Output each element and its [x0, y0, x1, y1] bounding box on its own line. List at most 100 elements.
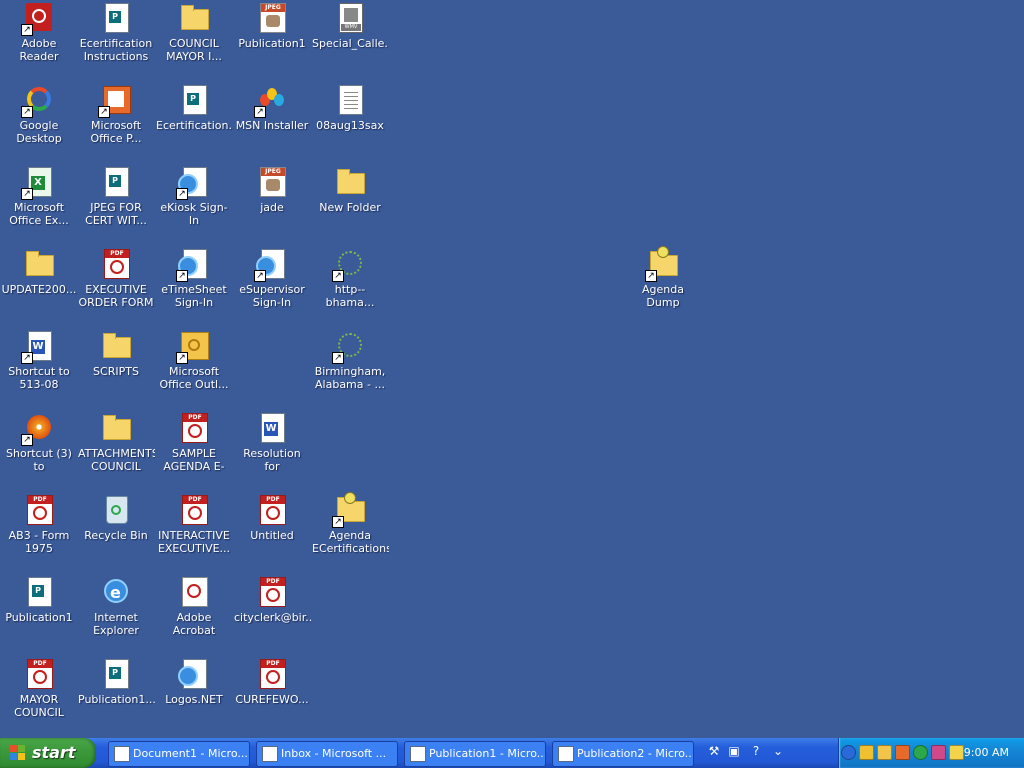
taskbar-button-1[interactable]: Document1 - Micro...: [108, 741, 250, 767]
desktop-icon-special-calle[interactable]: WMV Special_Calle...: [311, 0, 389, 76]
desktop-icon-microsoft-office-ex[interactable]: X ↗ Microsoft Office Ex...: [0, 164, 78, 240]
desktop-icon-executive-order-form[interactable]: PDF EXECUTIVE ORDER FORM: [77, 246, 155, 322]
adobe-reader-icon: ↗: [21, 2, 55, 36]
desktop-icon-interactive-executive[interactable]: PDF INTERACTIVE EXECUTIVE...: [155, 492, 233, 568]
desktop-icon-http-bhama[interactable]: ↗ http--bhama...: [311, 246, 389, 322]
desktop-icon-label: SAMPLE AGENDA E-C...: [163, 447, 225, 473]
desktop-icon-esupervisor-sign-in[interactable]: ↗ eSupervisor Sign-In: [233, 246, 311, 322]
desktop-icon-label: eSupervisor Sign-In: [239, 283, 305, 309]
security-icon[interactable]: [931, 745, 946, 760]
jpeg-icon: JPEG: [256, 2, 288, 34]
shortcut-arrow-icon: ↗: [332, 516, 344, 528]
desktop-icon-label: Ecertification...: [156, 119, 233, 132]
office-icon[interactable]: [895, 745, 910, 760]
shield-icon[interactable]: [949, 745, 964, 760]
pdf-icon: PDF: [256, 658, 288, 690]
desktop-icon-recycle-bin[interactable]: Recycle Bin: [77, 492, 155, 568]
desktop-icon-adobe-acrobat-8-pro[interactable]: Adobe Acrobat 8 Professional: [155, 574, 233, 650]
desktop-icon-adobe-reader-8[interactable]: ↗Adobe Reader 8: [0, 0, 78, 76]
back-arrow-icon[interactable]: [841, 745, 856, 760]
help-icon[interactable]: ?: [748, 743, 764, 759]
desktop-icon-google-desktop[interactable]: ↗ Google Desktop: [0, 82, 78, 158]
desktop-icon-microsoft-office-p[interactable]: ↗ Microsoft Office P...: [77, 82, 155, 158]
taskbar-button-label: Publication1 - Micro...: [429, 747, 546, 760]
desktop-icon-jpeg-for-cert[interactable]: P JPEG FOR CERT WIT...: [77, 164, 155, 240]
desktop-icon-resolution-for-ag[interactable]: W Resolution for AG opinion ...: [233, 410, 311, 486]
window-icon[interactable]: ▣: [726, 743, 742, 759]
desktop-icon-ecertification-dots[interactable]: P Ecertification...: [155, 82, 233, 158]
desktop-icon-curefewo[interactable]: PDF CUREFEWO...: [233, 656, 311, 732]
taskbar-button-2[interactable]: Inbox - Microsoft ...: [256, 741, 398, 767]
desktop-icon-label: Microsoft Office Ex...: [9, 201, 69, 227]
desktop-icon-publication1-pub[interactable]: P Publication1: [0, 574, 78, 650]
desktop-icon-publication1-dots[interactable]: P Publication1....: [77, 656, 155, 732]
clock-app-icon[interactable]: [877, 745, 892, 760]
desktop-icon-label: CUREFEWO...: [235, 693, 309, 706]
desktop-icon-scripts[interactable]: SCRIPTS: [77, 328, 155, 404]
desktop-icon-agenda-dump-pool[interactable]: ↗Agenda Dump Pool: [624, 246, 702, 322]
desktop-icon-shortcut-to-513-08[interactable]: W ↗ Shortcut to 513-08: [0, 328, 78, 404]
desktop-icon-new-folder[interactable]: New Folder: [311, 164, 389, 240]
desktop-icon-untitled[interactable]: PDF Untitled: [233, 492, 311, 568]
desktop-icon-council-mayor[interactable]: COUNCIL MAYOR I...: [155, 0, 233, 76]
acrobat-icon: [178, 576, 210, 608]
clock[interactable]: 9:00 AM: [964, 738, 1009, 768]
desktop-icon-cityclerk[interactable]: PDF cityclerk@bir...: [233, 574, 311, 650]
publisher-icon: P: [23, 576, 55, 608]
desktop-icon-label: JPEG FOR CERT WIT...: [85, 201, 147, 227]
desktop-icon-mayor-council-ac[interactable]: PDF MAYOR COUNCIL AC...: [0, 656, 78, 732]
shortcut-arrow-icon: ↗: [21, 188, 33, 200]
chevron-icon[interactable]: ⌄: [770, 743, 786, 759]
pdf-icon: PDF: [256, 576, 288, 608]
desktop-icon-birmingham-alabama[interactable]: ↗ Birmingham, Alabama - ...: [311, 328, 389, 404]
taskbar-button-4[interactable]: Publication2 - Micro...: [552, 741, 694, 767]
taskbar-button-3[interactable]: Publication1 - Micro...: [404, 741, 546, 767]
start-button[interactable]: start: [0, 738, 96, 768]
desktop-icon-ekiosk-sign-in[interactable]: ↗ eKiosk Sign-In: [155, 164, 233, 240]
network-icon[interactable]: [859, 745, 874, 760]
desktop-icon-label: eTimeSheet Sign-In: [161, 283, 227, 309]
outlook-icon: ↗: [176, 330, 210, 364]
folder-icon: [100, 330, 132, 362]
desktop-icon-label: Shortcut to 513-08: [8, 365, 70, 391]
folder-icon: [334, 166, 366, 198]
desktop-icon-internet-explorer[interactable]: e Internet Explorer: [77, 574, 155, 650]
desktop-icon-logos-net[interactable]: Logos.NET: [155, 656, 233, 732]
desktop-icon-agenda-ecertifications[interactable]: ↗ Agenda ECertifications: [311, 492, 389, 568]
desktop-icon-label: Birmingham, Alabama - ...: [314, 365, 386, 391]
desktop-icon-label: Ecertification Instructions: [79, 37, 153, 63]
desktop-icon-publication1-jpeg[interactable]: JPEG Publication1: [233, 0, 311, 76]
desktop-icon-ab3-form-1975[interactable]: PDF AB3 - Form 1975: [0, 492, 78, 568]
chrome-icon[interactable]: [913, 745, 928, 760]
desktop-icon-label: New Folder: [319, 201, 381, 214]
shortcut-arrow-icon: ↗: [645, 270, 657, 282]
desktop-icon-sample-agenda[interactable]: PDF SAMPLE AGENDA E-C...: [155, 410, 233, 486]
desktop-icon-update200[interactable]: UPDATE200...: [0, 246, 78, 322]
desktop-icon-etimesheet-sign-in[interactable]: ↗ eTimeSheet Sign-In: [155, 246, 233, 322]
globe-icon: ↗: [332, 330, 366, 364]
desktop-icon-label: SCRIPTS: [93, 365, 139, 378]
text-icon: [334, 84, 366, 116]
shortcut-arrow-icon: ↗: [254, 270, 266, 282]
msn-icon: ↗: [254, 84, 288, 118]
ie-doc-icon: ↗: [176, 166, 210, 200]
pdf-icon: PDF: [178, 412, 210, 444]
tools-icon[interactable]: ⚒: [706, 743, 722, 759]
outlook-icon: [262, 746, 278, 762]
desktop-icon-ecertification-instructions[interactable]: P Ecertification Instructions: [77, 0, 155, 76]
system-tray: 9:00 AM: [838, 738, 1024, 768]
desktop-icon-label: Internet Explorer: [93, 611, 139, 637]
desktop-icon-label: EXECUTIVE ORDER FORM: [78, 283, 154, 309]
desktop-icon-08aug13sax[interactable]: 08aug13sax: [311, 82, 389, 158]
desktop-icon-label: Publication1....: [78, 693, 155, 706]
shortcut-arrow-icon: ↗: [21, 106, 33, 118]
pdf-icon: PDF: [178, 494, 210, 526]
taskbar: start Document1 - Micro... Inbox - Micros…: [0, 738, 1024, 768]
desktop-icon-label: Agenda ECertifications: [312, 529, 389, 555]
desktop-icon-shortcut-3-rap-mix[interactable]: ↗Shortcut (3) to RAP MIX RI...: [0, 410, 78, 486]
desktop-icon-attachments-council[interactable]: ATTACHMENTS COUNCIL: [77, 410, 155, 486]
desktop-icon-msn-installer[interactable]: ↗ MSN Installer: [233, 82, 311, 158]
publisher-icon: P: [100, 166, 132, 198]
desktop-icon-microsoft-office-outl[interactable]: ↗ Microsoft Office Outl...: [155, 328, 233, 404]
desktop-icon-jade[interactable]: JPEG jade: [233, 164, 311, 240]
